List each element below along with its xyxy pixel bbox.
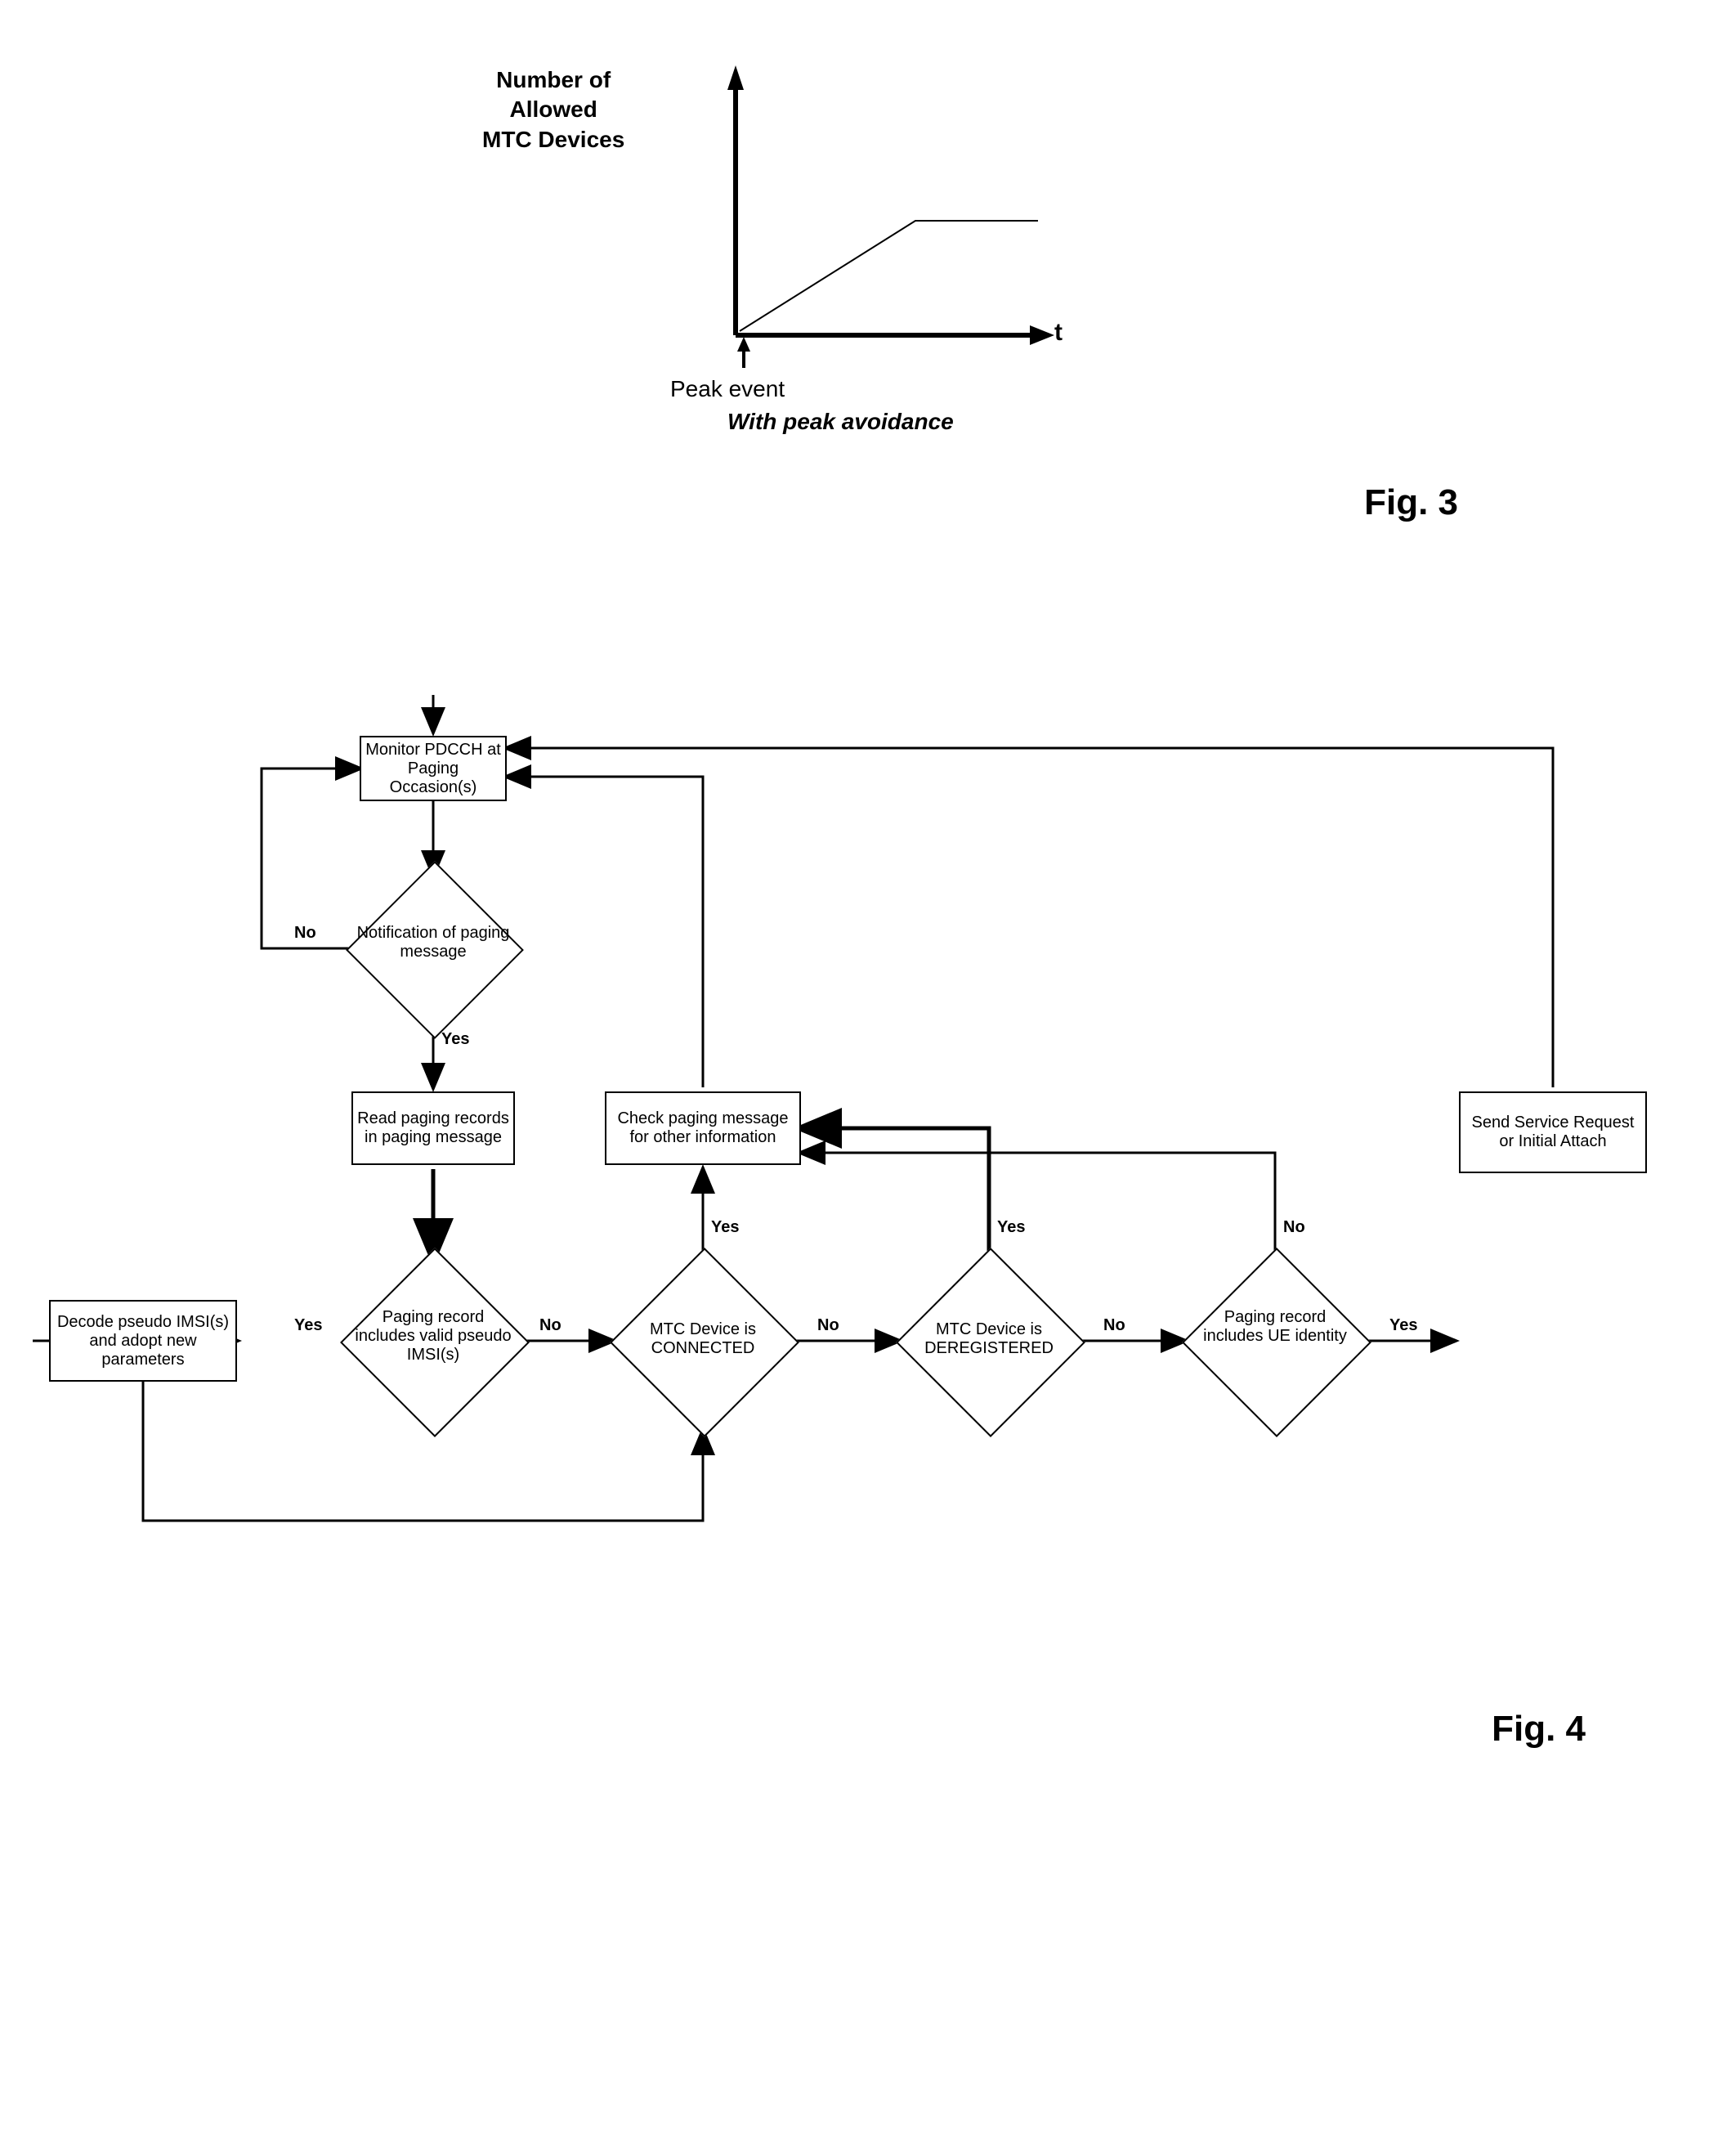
fig4-title: Fig. 4 bbox=[1492, 1709, 1586, 1750]
deregistered-text: MTC Device is DEREGISTERED bbox=[907, 1320, 1071, 1358]
decode-box: Decode pseudo IMSI(s) and adopt new para… bbox=[49, 1300, 237, 1382]
label-no-2: No bbox=[539, 1316, 562, 1335]
label-yes-5: Yes bbox=[1389, 1316, 1417, 1335]
peak-event-label: Peak event bbox=[670, 376, 785, 402]
label-yes-2: Yes bbox=[294, 1316, 322, 1335]
ue-identity-text: Paging record includes UE identity bbox=[1193, 1308, 1357, 1346]
decode-text: Decode pseudo IMSI(s) and adopt new para… bbox=[55, 1313, 231, 1369]
check-paging-box: Check paging message for other informati… bbox=[605, 1091, 801, 1165]
service-request-text: Send Service Request or Initial Attach bbox=[1465, 1114, 1641, 1151]
label-no-3: No bbox=[817, 1316, 839, 1335]
peak-avoidance-label: With peak avoidance bbox=[727, 409, 954, 435]
label-yes-4: Yes bbox=[997, 1218, 1025, 1237]
notification-text: Notification of paging message bbox=[351, 924, 515, 961]
fig3-title: Fig. 3 bbox=[0, 482, 1458, 523]
label-no-4: No bbox=[1103, 1316, 1125, 1335]
fig4-flowchart: Monitor PDCCH at Paging Occasion(s) Noti… bbox=[33, 687, 1667, 1790]
x-axis-label: t bbox=[1054, 319, 1063, 347]
connected-text: MTC Device is CONNECTED bbox=[621, 1320, 785, 1358]
check-paging-text: Check paging message for other informati… bbox=[611, 1109, 795, 1147]
valid-imsi-text: Paging record includes valid pseudo IMSI… bbox=[351, 1308, 515, 1365]
label-yes-1: Yes bbox=[441, 1030, 469, 1049]
monitor-text: Monitor PDCCH at Paging Occasion(s) bbox=[365, 741, 501, 797]
read-paging-text: Read paging records in paging message bbox=[357, 1109, 509, 1147]
label-no-1: No bbox=[294, 924, 316, 943]
label-yes-3: Yes bbox=[711, 1218, 739, 1237]
monitor-box: Monitor PDCCH at Paging Occasion(s) bbox=[360, 736, 507, 801]
fig4-svg bbox=[33, 687, 1667, 1709]
fig3-chart: Number of Allowed MTC Devices t Peak eve… bbox=[360, 33, 1177, 523]
y-axis-label: Number of Allowed MTC Devices bbox=[482, 65, 624, 155]
label-no-5: No bbox=[1283, 1218, 1305, 1237]
read-paging-box: Read paging records in paging message bbox=[351, 1091, 515, 1165]
service-request-box: Send Service Request or Initial Attach bbox=[1459, 1091, 1647, 1173]
